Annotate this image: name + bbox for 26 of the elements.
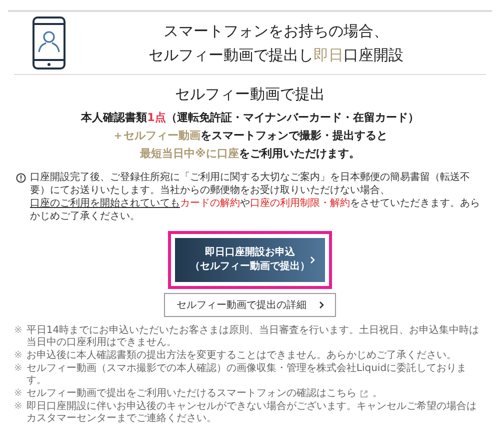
note-mark: ※ xyxy=(14,350,22,362)
note-text: 平日14時までにお申込いただいたお客さまは原則、当日審査を行います。土日祝日、お申込集中時は当日中の口座利用はできません。 xyxy=(26,325,480,349)
header-title-line: スマートフォンをお持ちの場合、 xyxy=(164,21,388,42)
section-heading: セルフィー動画で提出 xyxy=(175,84,325,105)
note-mark: ※ xyxy=(14,363,22,376)
terms-link[interactable]: 口座のご利用を開始されていても xyxy=(30,198,180,209)
note-text: 即日口座開設に伴いお申込後のキャンセルができない場合がございます。キャンセルご希望の場合はカスタマーセンターまでご連絡ください。 xyxy=(26,401,478,425)
details-button[interactable]: セルフィー動画で提出の詳細 xyxy=(164,293,336,317)
note-mark: ※ xyxy=(14,325,22,338)
note-text: セルフィー動画で提出をご利用いただけるスマートフォンの確認はこちら xyxy=(26,388,356,400)
chevron-icon xyxy=(310,256,315,264)
note-mark: ※ xyxy=(14,388,22,400)
notice-text: 口座開設完了後、ご登録住所宛に「ご利用に関する大切なご案内」を日本郵便の簡易書留（転送不要）にてお送りいたします。当社からの郵便物をお受け取りいただけない場合、 口座のご利用を開始されていても カードの解約や口座の利用制限・解約をさせていただきます。あらかじめご了承ください。 xyxy=(30,171,481,223)
info-icon xyxy=(16,173,26,183)
chevron-icon xyxy=(318,301,324,309)
apply-button[interactable]: 即日口座開設お申込 （セルフィー動画で提出） xyxy=(175,238,325,282)
description-line: 本人確認書類1点（運転免許証・マイナンバーカード・在留カード） xyxy=(81,110,419,126)
external-link-icon xyxy=(360,390,368,398)
header-title-line: セルフィー動画で提出し 即日 口座開設 xyxy=(148,45,404,66)
description-line: 最短当日中※に口座をご利用いただけます。 xyxy=(140,146,360,162)
description-line: ＋セルフィー動画をスマートフォンで撮影・提出すると xyxy=(112,128,388,144)
note-mark: ※ xyxy=(14,401,22,414)
note-text: お申込後に本人確認書類の提出方法を変更することはできません。あらかじめご了承ください。 xyxy=(26,350,456,362)
smartphone-user-icon xyxy=(32,16,66,70)
note-text: 。 xyxy=(372,388,382,400)
note-text: セルフィー動画（スマホ撮影での本人確認）の画像収集・管理を株式会社Liquidに委託しております。 xyxy=(26,363,468,387)
